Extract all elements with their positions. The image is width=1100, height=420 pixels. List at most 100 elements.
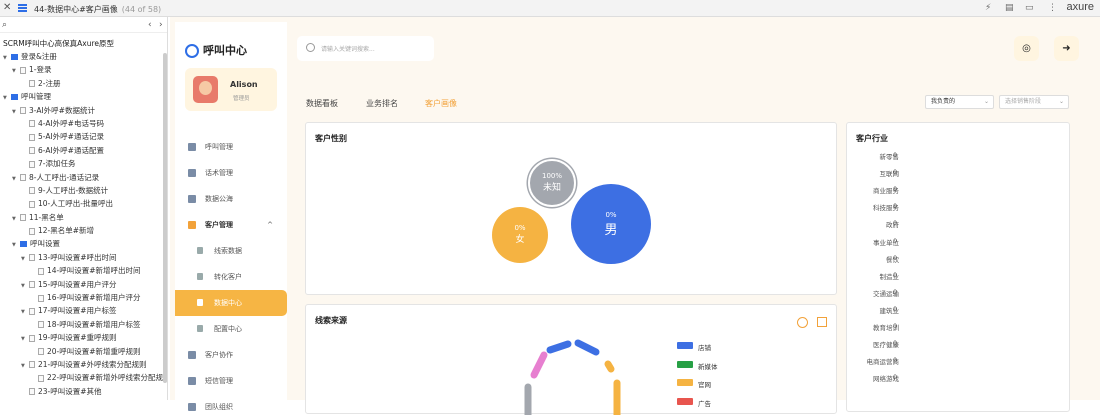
tree-node-label: 11-黑名单 — [29, 212, 64, 222]
page-icon — [38, 348, 44, 356]
tree-node[interactable]: 12-黑名单#新增 — [0, 224, 167, 237]
tree-node-label: 16-呼叫设置#新增用户评分 — [47, 293, 141, 303]
clock-icon[interactable] — [797, 317, 808, 328]
tree-node-label: 21-呼叫设置#外呼线索分配规则 — [38, 359, 147, 369]
donut-segment-blue-a[interactable] — [546, 340, 572, 354]
close-icon[interactable]: ✕ — [3, 2, 11, 13]
tree-node[interactable]: ▼ 3-AI外呼#数据统计 — [0, 104, 167, 117]
more-icon[interactable]: ⋮ — [1048, 3, 1057, 13]
nav-item[interactable]: 客户协作 — [175, 342, 287, 368]
tree-node-label: 3-AI外呼#数据统计 — [29, 105, 95, 115]
tree-node-label: 10-人工呼出-批量呼出 — [38, 199, 113, 209]
tree-node[interactable]: 6-AI外呼#通话配置 — [0, 144, 167, 157]
tree-node[interactable]: 7-添加任务 — [0, 157, 167, 170]
tree-node-label: 9-人工呼出-数据统计 — [38, 185, 109, 195]
nav-item[interactable]: 数据公海 — [175, 186, 287, 212]
tree-node[interactable]: 20-呼叫设置#新增重呼规则 — [0, 345, 167, 358]
document-icon[interactable]: ▤ — [1005, 3, 1014, 13]
search-input[interactable]: 请输入关键词搜索... — [321, 44, 375, 53]
tree-node[interactable]: ▼ 呼叫设置 — [0, 237, 167, 250]
tree-node[interactable]: ▼ 21-呼叫设置#外呼线索分配规则 — [0, 358, 167, 371]
tab-customer-profile[interactable]: 客户画像 — [425, 98, 457, 109]
folder-icon — [20, 241, 27, 248]
tree-node[interactable]: 9-人工呼出-数据统计 — [0, 184, 167, 197]
industry-value: 0 — [893, 168, 898, 177]
bar-chart-icon[interactable] — [817, 317, 827, 327]
comment-icon[interactable]: ▭ — [1025, 3, 1034, 13]
flash-icon[interactable]: ⚡ — [985, 3, 991, 13]
industry-title: 客户行业 — [856, 134, 888, 143]
tree-node[interactable]: ▼ 11-黑名单 — [0, 211, 167, 224]
nav-item[interactable]: 转化客户 — [175, 264, 287, 290]
nav-item[interactable]: 线索数据 — [175, 238, 287, 264]
tree-node[interactable]: 18-呼叫设置#新增用户标签 — [0, 318, 167, 331]
tab-dashboard[interactable]: 数据看板 — [306, 98, 338, 109]
nav-item[interactable]: 客户管理 ^ — [175, 212, 287, 238]
gender-male-bubble[interactable]: 0% 男 — [571, 184, 651, 264]
tree-node[interactable]: ▼ 1-登录 — [0, 63, 167, 76]
page-icon — [38, 294, 44, 302]
page-icon — [29, 361, 35, 369]
gender-female-bubble[interactable]: 0% 女 — [492, 207, 548, 263]
nav-item-label: 数据公海 — [205, 195, 233, 203]
tree-node[interactable]: ▼ 19-呼叫设置#重呼规则 — [0, 331, 167, 344]
user-card[interactable]: Alison 管理员 — [185, 68, 277, 111]
nav-item[interactable]: 话术管理 — [175, 160, 287, 186]
user-role: 管理员 — [233, 96, 250, 102]
tree-search-bar[interactable]: ⌕ ‹ › — [0, 17, 167, 33]
industry-value: 0 — [893, 253, 898, 262]
tree-node[interactable]: ▼ 17-呼叫设置#用户标签 — [0, 304, 167, 317]
owner-select[interactable]: 我负责的 ⌄ — [925, 95, 994, 109]
tree-node[interactable]: ▼ 呼叫管理 — [0, 90, 167, 103]
chevron-up-icon[interactable]: ^ — [267, 212, 273, 238]
search-icon[interactable]: ⌕ — [2, 20, 7, 30]
nav-item[interactable]: 配置中心 — [175, 316, 287, 342]
nav-item[interactable]: 数据中心 — [175, 290, 287, 316]
tree-node[interactable]: ▼ 登录&注册 — [0, 50, 167, 63]
project-title: SCRM呼叫中心高保真Axure原型 — [3, 39, 115, 48]
settings-button[interactable]: ◎ — [1014, 36, 1039, 61]
page-icon — [20, 214, 26, 222]
donut-segment-yellow-a[interactable] — [604, 360, 615, 373]
nav-item[interactable]: 短信管理 — [175, 368, 287, 394]
legend-swatch — [677, 342, 693, 349]
page-tree-panel: ⌕ ‹ › SCRM呼叫中心高保真Axure原型 ▼ 登录&注册 ▼ 1-登录 2-注册… — [0, 17, 168, 400]
top-bar: ✕ 44-数据中心#客户画像 (44 of 58) ⚡ ▤ ▭ ⋮ axure — [0, 0, 1100, 17]
nav-item-icon — [197, 325, 203, 332]
tree-node-label: 5-AI外呼#通话记录 — [38, 132, 104, 142]
nav-item-label: 线索数据 — [214, 247, 242, 255]
donut-segment-blue-b[interactable] — [574, 339, 600, 356]
folder-icon — [11, 94, 18, 101]
page-icon — [29, 254, 35, 262]
tree-node-label: 13-呼叫设置#呼出时间 — [38, 252, 117, 262]
stage-select[interactable]: 选择销售阶段 ⌄ — [999, 95, 1069, 109]
tree-node[interactable]: ▼ 15-呼叫设置#用户评分 — [0, 278, 167, 291]
menu-icon[interactable] — [18, 4, 27, 12]
nav-item[interactable]: 呼叫管理 — [175, 134, 287, 160]
nav-item-icon — [197, 299, 203, 306]
tree-node[interactable]: 2-注册 — [0, 77, 167, 90]
chevron-right-icon[interactable]: › — [159, 20, 163, 30]
chevron-down-icon: ⌄ — [983, 98, 989, 105]
tree-node[interactable]: 10-人工呼出-批量呼出 — [0, 197, 167, 210]
tree-node[interactable]: 14-呼叫设置#新增呼出时间 — [0, 264, 167, 277]
page-icon — [38, 374, 44, 382]
donut-segment-pink[interactable] — [530, 351, 548, 379]
nav-item[interactable]: 团队组织 — [175, 394, 287, 420]
tree-node-label: 8-人工呼出-通话记录 — [29, 172, 100, 182]
industry-value: 0 — [893, 287, 898, 296]
tab-ranking[interactable]: 业务排名 — [366, 98, 398, 109]
tree-node[interactable]: ▼ 8-人工呼出-通话记录 — [0, 171, 167, 184]
industry-value: 0 — [893, 304, 898, 313]
search-box[interactable]: 请输入关键词搜索... — [297, 36, 434, 61]
tree-scrollbar[interactable] — [163, 53, 167, 383]
tree-node[interactable]: 5-AI外呼#通话记录 — [0, 130, 167, 143]
gender-unknown-bubble[interactable]: 100% 未知 — [528, 159, 576, 207]
chevron-left-icon[interactable]: ‹ — [148, 20, 152, 30]
tree-node[interactable]: 16-呼叫设置#新增用户评分 — [0, 291, 167, 304]
logout-button[interactable]: ➜ — [1054, 36, 1079, 61]
tree-node[interactable]: 23-呼叫设置#其他 — [0, 385, 167, 398]
tree-node[interactable]: 22-呼叫设置#新增外呼线索分配规则 — [0, 371, 167, 384]
tree-node[interactable]: 4-AI外呼#电话号码 — [0, 117, 167, 130]
tree-node[interactable]: ▼ 13-呼叫设置#呼出时间 — [0, 251, 167, 264]
